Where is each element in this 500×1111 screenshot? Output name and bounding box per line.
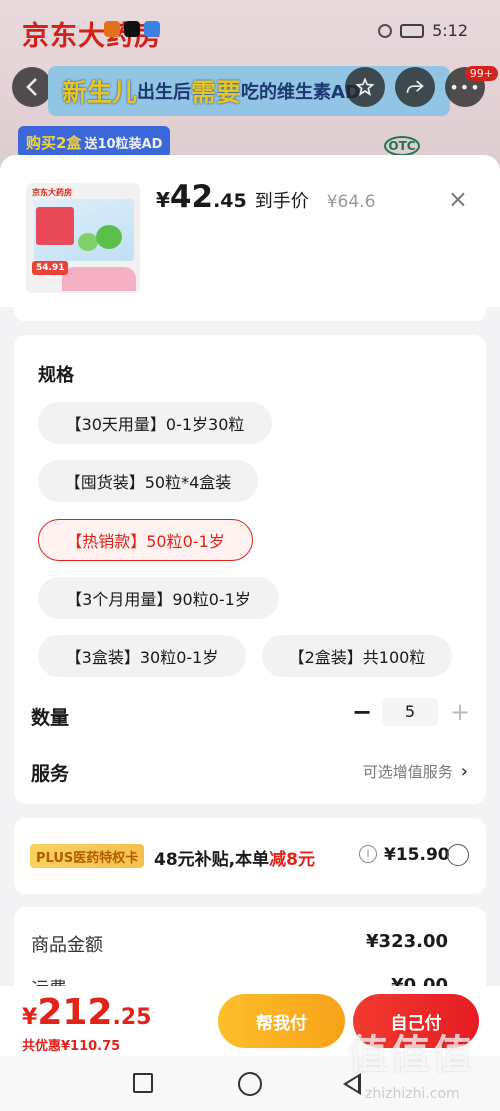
spec-option[interactable]: 【30天用量】0-1岁30粒 (38, 402, 272, 444)
summary-card: 商品金额 ¥323.00 运费 ¥0.00 (14, 907, 486, 986)
final-price: ¥42.45 (156, 179, 247, 215)
freight-value: ¥0.00 (391, 975, 448, 986)
price-currency: ¥ (156, 188, 170, 212)
spec-card: 规格 【30天用量】0-1岁30粒 【囤货装】50粒*4盒装 【热销款】50粒0… (14, 335, 486, 804)
service-value: 可选增值服务 (362, 763, 453, 781)
spec-option-selected[interactable]: 【热销款】50粒0-1岁 (38, 519, 253, 561)
spec-option[interactable]: 【囤货装】50粒*4盒装 (38, 460, 258, 502)
total-integer: 212 (37, 992, 113, 1033)
service-selector[interactable]: 可选增值服务 › (363, 761, 468, 782)
spec-selector-sheet: 京东大药房 54.91 ¥42.45 到手价 ¥64.6 × 规格 【30天用量… (0, 155, 500, 986)
recent-apps-icon[interactable] (133, 1073, 153, 1093)
spec-option[interactable]: 【3盒装】30粒0-1岁 (38, 635, 246, 677)
dim-overlay (0, 0, 500, 170)
thumb-price: 54.91 (32, 261, 69, 275)
sheet-header: 京东大药房 54.91 ¥42.45 到手价 ¥64.6 × (0, 155, 500, 307)
decrease-button[interactable]: − (352, 698, 372, 726)
header-bottom-strip (14, 307, 486, 321)
background-product-page: 京东大药房 5:12 新生儿 出生后 需要 吃的维生素AD ••• 99+ 购买… (0, 0, 500, 170)
plus-card[interactable]: PLUS医药特权卡 48元补贴,本单减8元 i ¥15.90 (14, 818, 486, 894)
thumb-decoration (62, 267, 136, 291)
plus-text-highlight: 减8元 (269, 850, 315, 870)
plus-radio-button[interactable] (447, 844, 469, 866)
price-decimal: .45 (213, 190, 247, 212)
chevron-right-icon: › (460, 761, 468, 782)
original-price: ¥64.6 (326, 192, 376, 212)
spec-option[interactable]: 【3个月用量】90粒0-1岁 (38, 577, 279, 619)
home-icon[interactable] (238, 1072, 262, 1096)
price-integer: 42 (169, 179, 214, 215)
plus-price: ¥15.90 (384, 845, 450, 865)
freight-label: 运费 (31, 975, 67, 986)
goods-amount-value: ¥323.00 (366, 931, 448, 952)
plus-badge: PLUS医药特权卡 (30, 844, 145, 868)
info-icon[interactable]: i (359, 845, 377, 863)
close-button[interactable]: × (448, 187, 468, 211)
quantity-input[interactable]: 5 (382, 698, 438, 726)
plus-text-prefix: 48元补贴,本单 (154, 850, 270, 870)
discount-total: 共优惠¥110.75 (22, 1039, 121, 1054)
price-row: ¥42.45 到手价 ¥64.6 (156, 179, 375, 215)
price-label: 到手价 (254, 191, 309, 212)
thumb-capsule (78, 233, 98, 251)
service-label: 服务 (31, 763, 70, 785)
watermark: 值值值 (348, 1032, 474, 1078)
plus-description: 48元补贴,本单减8元 (154, 845, 315, 870)
thumb-brand: 京东大药房 (32, 188, 72, 197)
quantity-label: 数量 (31, 707, 70, 729)
total-currency: ¥ (22, 1005, 38, 1030)
watermark-url: zhizhizhi.com (365, 1086, 460, 1102)
spec-title: 规格 (38, 365, 74, 386)
product-thumbnail[interactable]: 京东大药房 54.91 (26, 183, 140, 293)
total-decimal: .25 (112, 1005, 152, 1030)
total-price: ¥212.25 (22, 992, 151, 1033)
quantity-stepper: − 5 + (352, 698, 470, 726)
thumb-label (36, 207, 74, 245)
thumb-capsule (96, 225, 122, 249)
goods-amount-label: 商品金额 (31, 935, 103, 956)
increase-button[interactable]: + (450, 698, 470, 726)
spec-option[interactable]: 【2盒装】共100粒 (262, 635, 452, 677)
help-me-pay-button[interactable]: 帮我付 (218, 994, 345, 1048)
